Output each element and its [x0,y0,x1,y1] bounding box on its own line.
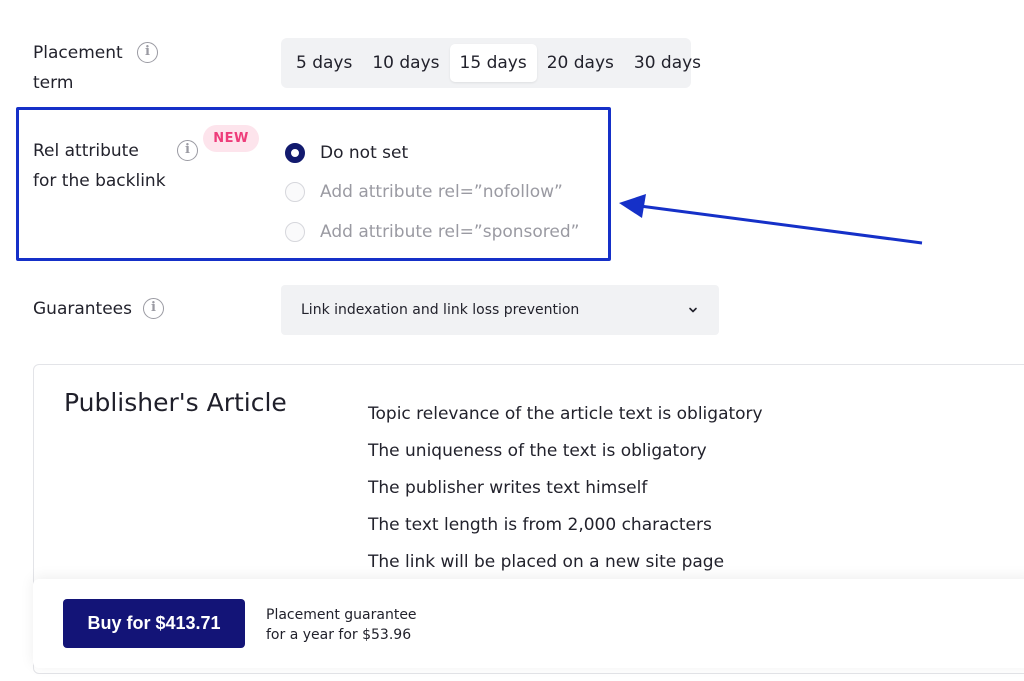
list-item: The uniqueness of the text is obligatory [368,441,707,461]
radio-checked[interactable] [285,143,305,163]
placement-term-info-icon[interactable]: i [137,42,158,63]
chevron-down-icon [689,307,697,313]
buy-button[interactable]: Buy for $413.71 [63,599,245,648]
article-title: Publisher's Article [64,388,287,417]
list-item: The link will be placed on a new site pa… [368,552,725,572]
rel-option-label: Add attribute rel=”sponsored” [320,222,580,242]
term-option-10-days[interactable]: 10 days [362,44,449,82]
guarantees-label: Guarantees [33,299,132,319]
radio-unchecked[interactable] [285,182,305,202]
list-item: Topic relevance of the article text is o… [368,404,763,424]
radio-unchecked[interactable] [285,222,305,242]
new-badge: NEW [203,125,259,152]
guarantees-dropdown[interactable]: Link indexation and link loss prevention [281,285,719,335]
term-option-5-days[interactable]: 5 days [286,44,362,82]
rel-option-label: Do not set [320,143,409,163]
list-item: The publisher writes text himself [368,478,648,498]
rel-option-do-not-set[interactable]: Do not set [285,138,408,168]
article-feature-list: Topic relevance of the article text is o… [368,396,763,581]
rel-attribute-info-icon[interactable]: i [177,140,198,161]
placement-term-selector: 5 days 10 days 15 days 20 days 30 days [281,38,701,88]
guarantees-info-icon[interactable]: i [143,298,164,319]
term-option-20-days[interactable]: 20 days [537,44,624,82]
placement-term-label: Placement term [33,43,123,93]
rel-option-sponsored[interactable]: Add attribute rel=”sponsored” [285,217,579,247]
guarantee-offer-text: Placement guarantee for a year for $53.9… [266,607,417,643]
rel-option-label: Add attribute rel=”nofollow” [320,182,563,202]
list-item: The text length is from 2,000 characters [368,515,712,535]
guarantees-selected-value: Link indexation and link loss prevention [301,302,580,318]
rel-option-nofollow[interactable]: Add attribute rel=”nofollow” [285,177,563,207]
term-option-15-days[interactable]: 15 days [449,44,537,82]
rel-attribute-label: Rel attribute for the backlink [33,141,166,191]
term-option-30-days[interactable]: 30 days [624,44,711,82]
